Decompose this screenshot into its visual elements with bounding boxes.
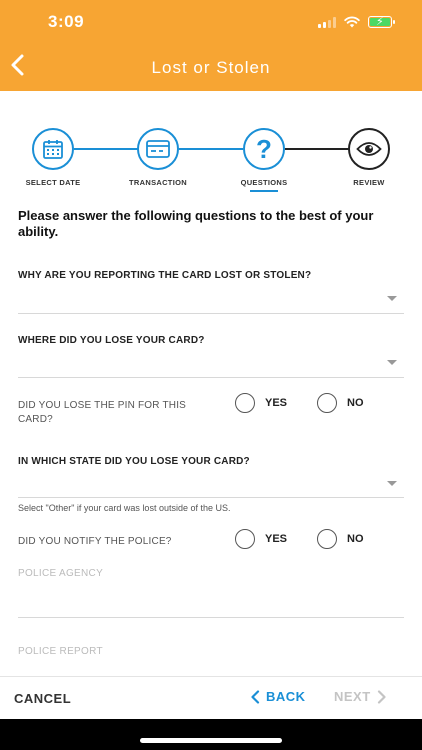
- pin-question-label: DID YOU LOSE THE PIN FOR THIS CARD?: [18, 400, 187, 425]
- cellular-signal-icon: [318, 16, 336, 28]
- divider: [18, 313, 404, 314]
- next-button[interactable]: NEXT: [334, 689, 387, 704]
- step-label: TRANSACTION: [129, 178, 187, 187]
- police-no-label[interactable]: NO: [347, 533, 364, 545]
- back-button[interactable]: BACK: [250, 689, 306, 704]
- pin-no-radio[interactable]: [317, 393, 337, 413]
- credit-card-icon: [137, 128, 179, 170]
- police-agency-label: POLICE AGENCY: [18, 568, 104, 579]
- chevron-down-icon: [387, 296, 397, 301]
- page-title: Lost or Stolen: [151, 58, 271, 77]
- divider: [18, 377, 404, 378]
- step-label: QUESTIONS: [240, 178, 288, 187]
- step-select-date[interactable]: SELECT DATE: [13, 128, 93, 187]
- step-label: REVIEW: [353, 178, 385, 187]
- progress-stepper: SELECT DATE TRANSACTION ? QUESTIONS REVI…: [0, 128, 422, 192]
- police-agency-input[interactable]: [18, 588, 404, 616]
- state-question-label: IN WHICH STATE DID YOU LOSE YOUR CARD?: [18, 456, 250, 467]
- chevron-down-icon: [387, 481, 397, 486]
- pin-yes-label[interactable]: YES: [265, 397, 287, 409]
- pin-yes-radio[interactable]: [235, 393, 255, 413]
- back-button-label: BACK: [266, 689, 306, 704]
- wifi-icon: [344, 16, 360, 28]
- where-select[interactable]: [18, 353, 404, 377]
- reason-select[interactable]: [18, 288, 404, 312]
- bottom-action-bar: CANCEL BACK NEXT: [0, 676, 422, 719]
- eye-icon: [348, 128, 390, 170]
- where-question-label: WHERE DID YOU LOSE YOUR CARD?: [18, 335, 205, 346]
- divider: [18, 497, 404, 498]
- active-step-indicator: [250, 190, 278, 192]
- police-report-input[interactable]: [18, 658, 404, 674]
- status-time: 3:09: [48, 12, 85, 31]
- next-button-label: NEXT: [334, 689, 371, 704]
- battery-icon: ⚡: [368, 16, 395, 28]
- police-report-label: POLICE REPORT: [18, 646, 103, 657]
- chevron-right-icon: [377, 689, 386, 704]
- police-no-radio[interactable]: [317, 529, 337, 549]
- cancel-button[interactable]: CANCEL: [14, 691, 71, 706]
- instructions-text: Please answer the following questions to…: [18, 208, 374, 239]
- chevron-down-icon: [387, 360, 397, 365]
- nav-bar: Lost or Stolen: [0, 44, 422, 91]
- reason-question-label: WHY ARE YOU REPORTING THE CARD LOST OR S…: [18, 270, 312, 281]
- police-question-label: DID YOU NOTIFY THE POLICE?: [18, 536, 172, 547]
- pin-no-label[interactable]: NO: [347, 397, 364, 409]
- police-yes-label[interactable]: YES: [265, 533, 287, 545]
- divider: [18, 617, 404, 618]
- step-label: SELECT DATE: [25, 178, 81, 187]
- step-transaction[interactable]: TRANSACTION: [118, 128, 198, 187]
- home-indicator-area: [0, 719, 422, 750]
- state-select[interactable]: [18, 473, 404, 497]
- status-bar: 3:09 ⚡: [0, 0, 422, 44]
- police-yes-radio[interactable]: [235, 529, 255, 549]
- step-review[interactable]: REVIEW: [329, 128, 409, 187]
- home-indicator[interactable]: [140, 738, 282, 743]
- chevron-left-icon: [251, 689, 260, 704]
- step-questions[interactable]: ? QUESTIONS: [224, 128, 304, 192]
- question-icon: ?: [243, 128, 285, 170]
- status-icons: ⚡: [318, 16, 395, 28]
- calendar-icon: [32, 128, 74, 170]
- state-hint-text: Select "Other" if your card was lost out…: [18, 503, 231, 513]
